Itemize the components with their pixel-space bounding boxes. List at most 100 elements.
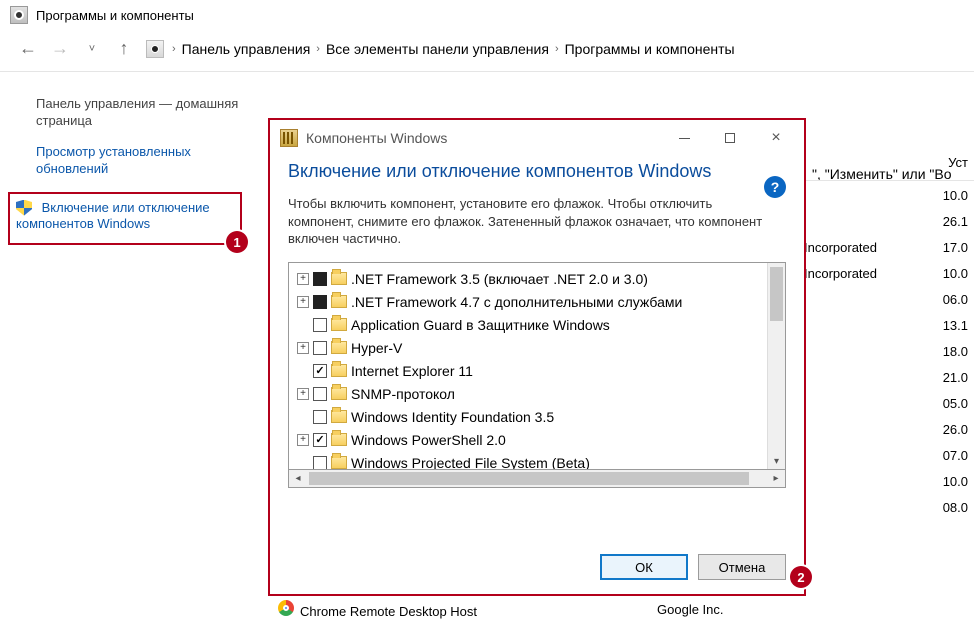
sidebar-updates-link[interactable]: Просмотр установленных обновлений (36, 144, 242, 178)
dialog-description: Чтобы включить компонент, установите его… (288, 195, 768, 248)
features-tree: +.NET Framework 3.5 (включает .NET 2.0 и… (288, 262, 786, 470)
feature-item[interactable]: +.NET Framework 3.5 (включает .NET 2.0 и… (291, 267, 765, 290)
vertical-scrollbar[interactable]: ▾ (767, 263, 785, 469)
folder-icon (331, 410, 347, 423)
feature-label: Application Guard в Защитнике Windows (351, 317, 610, 333)
table-cell: 18.0 (804, 339, 974, 365)
nav-recent-dropdown[interactable]: ˅ (82, 43, 102, 55)
breadcrumb-item[interactable]: Все элементы панели управления (326, 41, 549, 57)
breadcrumb-item[interactable]: Панель управления (182, 41, 311, 57)
nav-up-button[interactable]: ↑ (114, 38, 134, 59)
folder-icon (331, 295, 347, 308)
table-cell: 26.1 (804, 209, 974, 235)
chevron-icon[interactable]: › (172, 43, 176, 55)
dialog-heading: Включение или отключение компонентов Win… (288, 160, 728, 183)
chrome-icon (278, 600, 294, 616)
folder-icon (331, 433, 347, 446)
expand-icon (297, 365, 309, 377)
expand-icon (297, 319, 309, 331)
feature-checkbox[interactable]: ✓ (313, 433, 327, 447)
expand-icon[interactable]: + (297, 296, 309, 308)
windows-features-dialog: Компоненты Windows × Включение или отклю… (268, 118, 806, 596)
table-cell: 17.0 (943, 235, 974, 261)
breadcrumb: › Панель управления › Все элементы панел… (146, 40, 735, 58)
feature-item[interactable]: Application Guard в Защитнике Windows (291, 313, 765, 336)
expand-icon[interactable]: + (297, 342, 309, 354)
program-name: Chrome Remote Desktop Host (300, 604, 477, 619)
sidebar-features-highlight: Включение или отключение компонентов Win… (8, 192, 242, 246)
folder-icon (331, 341, 347, 354)
program-row[interactable]: Chrome Remote Desktop Host Google Inc. (278, 600, 724, 619)
scroll-right-icon[interactable]: ▸ (767, 470, 785, 487)
feature-label: Windows PowerShell 2.0 (351, 432, 506, 448)
maximize-button[interactable] (708, 123, 752, 153)
table-cell: Incorporated (804, 261, 877, 287)
help-icon[interactable]: ? (764, 176, 786, 198)
feature-item[interactable]: +.NET Framework 4.7 с дополнительными сл… (291, 290, 765, 313)
feature-label: Internet Explorer 11 (351, 363, 473, 379)
table-cell: 26.0 (804, 417, 974, 443)
app-icon (10, 6, 28, 24)
feature-item[interactable]: + ✓ Windows PowerShell 2.0 (291, 428, 765, 451)
feature-checkbox[interactable] (313, 456, 327, 470)
feature-item[interactable]: + SNMP-протокол (291, 382, 765, 405)
expand-icon (297, 411, 309, 423)
cancel-button[interactable]: Отмена (698, 554, 786, 580)
chevron-icon[interactable]: › (316, 43, 320, 55)
expand-icon (297, 457, 309, 469)
table-cell: 06.0 (804, 287, 974, 313)
navigation-bar: ← → ˅ ↑ › Панель управления › Все элемен… (0, 30, 974, 72)
folder-icon (331, 272, 347, 285)
window-titlebar: Программы и компоненты (0, 0, 974, 30)
breadcrumb-icon (146, 40, 164, 58)
nav-forward-button[interactable]: → (50, 38, 70, 59)
feature-checkbox[interactable] (313, 387, 327, 401)
nav-back-button[interactable]: ← (18, 38, 38, 59)
chevron-icon[interactable]: › (555, 43, 559, 55)
table-cell: 10.0 (804, 183, 974, 209)
feature-checkbox[interactable] (313, 341, 327, 355)
program-publisher: Google Inc. (657, 602, 724, 617)
breadcrumb-item[interactable]: Программы и компоненты (565, 41, 735, 57)
horizontal-scrollbar[interactable]: ◂ ▸ (288, 470, 786, 488)
table-cell: Incorporated (804, 235, 877, 261)
feature-checkbox[interactable] (313, 410, 327, 424)
table-cell: 10.0 (943, 261, 974, 287)
table-cell: 05.0 (804, 391, 974, 417)
sidebar-home-link[interactable]: Панель управления — домашняя страница (36, 96, 242, 130)
feature-label: SNMP-протокол (351, 386, 455, 402)
shield-icon (16, 200, 32, 216)
feature-checkbox[interactable] (313, 272, 327, 286)
table-cell: 13.1 (804, 313, 974, 339)
expand-icon[interactable]: + (297, 273, 309, 285)
scroll-left-icon[interactable]: ◂ (289, 470, 307, 487)
folder-icon (331, 364, 347, 377)
expand-icon[interactable]: + (297, 434, 309, 446)
expand-icon[interactable]: + (297, 388, 309, 400)
dialog-titlebar[interactable]: Компоненты Windows × (270, 120, 804, 156)
folder-icon (331, 456, 347, 469)
callout-badge-1: 1 (226, 231, 248, 253)
sidebar-features-link[interactable]: Включение или отключение компонентов Win… (16, 200, 210, 232)
feature-checkbox[interactable] (313, 318, 327, 332)
feature-item[interactable]: + Hyper-V (291, 336, 765, 359)
background-table-header: Уст (804, 150, 974, 181)
dialog-title: Компоненты Windows (306, 130, 447, 146)
table-cell: 10.0 (804, 469, 974, 495)
table-cell: 21.0 (804, 365, 974, 391)
features-icon (280, 129, 298, 147)
minimize-button[interactable] (662, 123, 706, 153)
feature-item[interactable]: ✓ Internet Explorer 11 (291, 359, 765, 382)
callout-badge-2: 2 (790, 566, 812, 588)
close-button[interactable]: × (754, 123, 798, 153)
feature-label: Windows Identity Foundation 3.5 (351, 409, 554, 425)
feature-item[interactable]: Windows Projected File System (Beta) (291, 451, 765, 469)
folder-icon (331, 387, 347, 400)
feature-checkbox[interactable]: ✓ (313, 364, 327, 378)
feature-label: Hyper-V (351, 340, 402, 356)
background-table: Уст 10.0 26.1 Incorporated 17.0 Incorpora… (804, 150, 974, 521)
feature-checkbox[interactable] (313, 295, 327, 309)
feature-item[interactable]: Windows Identity Foundation 3.5 (291, 405, 765, 428)
ok-button[interactable]: ОК (600, 554, 688, 580)
scroll-down-icon[interactable]: ▾ (768, 453, 785, 469)
